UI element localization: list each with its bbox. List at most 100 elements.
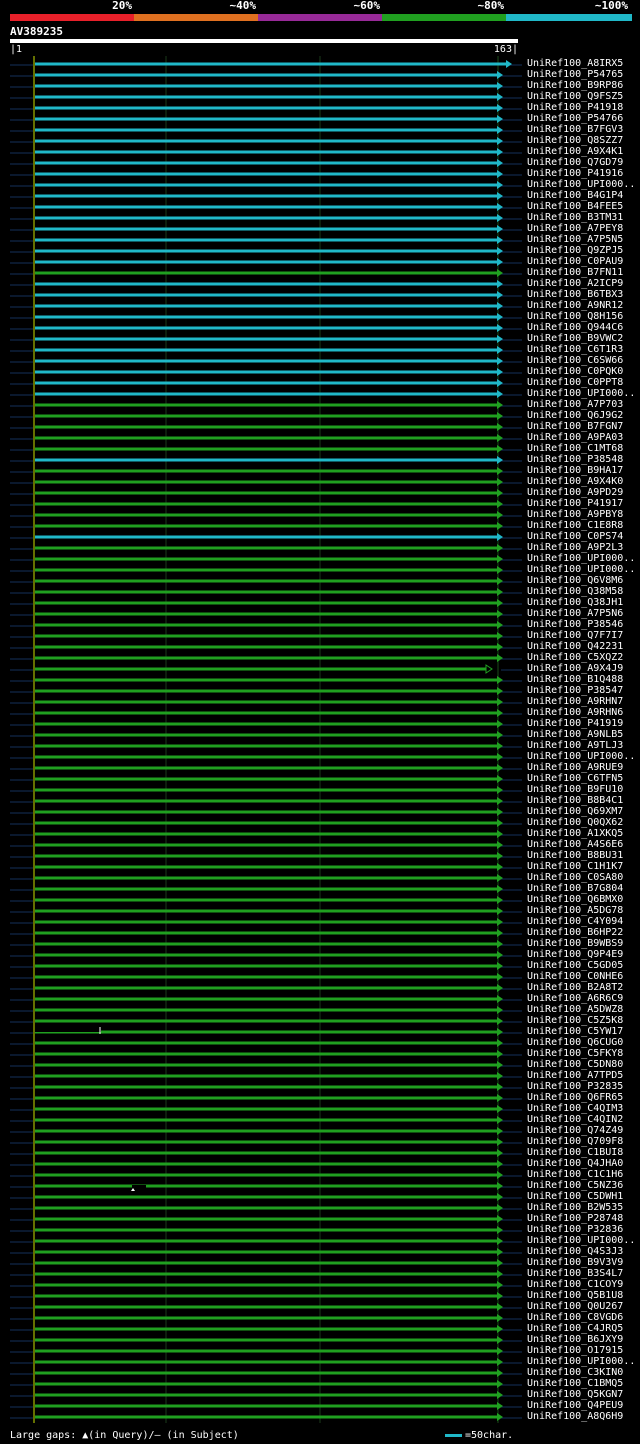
hit-label[interactable]: UniRef100_P41917 [527,498,639,509]
hit-label[interactable]: UniRef100_Q9P4E9 [527,949,639,960]
hit-label[interactable]: UniRef100_C1MT68 [527,443,639,454]
hit-label[interactable]: UniRef100_Q6BMX0 [527,894,639,905]
hit-label[interactable]: UniRef100_B3S4L7 [527,1268,639,1279]
hit-label[interactable]: UniRef100_B2W535 [527,1202,639,1213]
hit-label[interactable]: UniRef100_A7P703 [527,399,639,410]
hit-label[interactable]: UniRef100_A9RUE9 [527,762,639,773]
hit-label[interactable]: UniRef100_Q5KGN7 [527,1389,639,1400]
hit-label[interactable]: UniRef100_C0SA80 [527,872,639,883]
hit-label[interactable]: UniRef100_A4S6E6 [527,839,639,850]
hit-label[interactable]: UniRef100_B4G1P4 [527,190,639,201]
hit-label[interactable]: UniRef100_Q709F8 [527,1136,639,1147]
hit-label[interactable]: UniRef100_C0PAU9 [527,256,639,267]
hit-label[interactable]: UniRef100_B2A8T2 [527,982,639,993]
hit-label[interactable]: UniRef100_A6R6C9 [527,993,639,1004]
hit-label[interactable]: UniRef100_Q0QX62 [527,817,639,828]
hit-label[interactable]: UniRef100_B7FN11 [527,267,639,278]
hit-label[interactable]: UniRef100_A9X4K1 [527,146,639,157]
hit-label[interactable]: UniRef100_Q38M58 [527,586,639,597]
hit-label[interactable]: UniRef100_UPI000.. [527,751,639,762]
hit-label[interactable]: UniRef100_C4JRQ5 [527,1323,639,1334]
hit-label[interactable]: UniRef100_P41918 [527,102,639,113]
hit-label[interactable]: UniRef100_Q6V8M6 [527,575,639,586]
hit-label[interactable]: UniRef100_Q6FR65 [527,1092,639,1103]
hit-label[interactable]: UniRef100_C1BMQ5 [527,1378,639,1389]
hit-label[interactable]: UniRef100_C5YW17 [527,1026,639,1037]
hit-label[interactable]: UniRef100_A9X4K0 [527,476,639,487]
hit-label[interactable]: UniRef100_A9RHN7 [527,696,639,707]
hit-label[interactable]: UniRef100_A5DWZ8 [527,1004,639,1015]
hit-label[interactable]: UniRef100_Q944C6 [527,322,639,333]
hit-label[interactable]: UniRef100_A9X4J9 [527,663,639,674]
hit-label[interactable]: UniRef100_Q5B1U8 [527,1290,639,1301]
hit-label[interactable]: UniRef100_P32835 [527,1081,639,1092]
hit-label[interactable]: UniRef100_C5XQZ2 [527,652,639,663]
hit-label[interactable]: UniRef100_Q4PEU9 [527,1400,639,1411]
hit-label[interactable]: UniRef100_Q4S3J3 [527,1246,639,1257]
hit-label[interactable]: UniRef100_Q7F7I7 [527,630,639,641]
hit-label[interactable]: UniRef100_P38546 [527,619,639,630]
hit-label[interactable]: UniRef100_C1H1K7 [527,861,639,872]
hit-label[interactable]: UniRef100_C6TFN5 [527,773,639,784]
hit-label[interactable]: UniRef100_A8Q6H9 [527,1411,639,1422]
hit-label[interactable]: UniRef100_B9HA17 [527,465,639,476]
hit-label[interactable]: UniRef100_B8B4C1 [527,795,639,806]
hit-label[interactable]: UniRef100_C4QIN2 [527,1114,639,1125]
hit-label[interactable]: UniRef100_UPI000.. [527,564,639,575]
hit-label[interactable]: UniRef100_P38548 [527,454,639,465]
hit-label[interactable]: UniRef100_Q0U267 [527,1301,639,1312]
hit-label[interactable]: UniRef100_Q4JHA0 [527,1158,639,1169]
hit-label[interactable]: UniRef100_C4QIM3 [527,1103,639,1114]
hit-label[interactable]: UniRef100_Q69XM7 [527,806,639,817]
hit-label[interactable]: UniRef100_C0PPT8 [527,377,639,388]
hit-label[interactable]: UniRef100_P54766 [527,113,639,124]
hit-label[interactable]: UniRef100_C0PS74 [527,531,639,542]
hit-label[interactable]: UniRef100_A9PD29 [527,487,639,498]
hit-label[interactable]: UniRef100_C4Y094 [527,916,639,927]
hit-label[interactable]: UniRef100_P54765 [527,69,639,80]
hit-label[interactable]: UniRef100_B7FGV3 [527,124,639,135]
hit-label[interactable]: UniRef100_B9VWC2 [527,333,639,344]
hit-label[interactable]: UniRef100_C5DWH1 [527,1191,639,1202]
hit-label[interactable]: UniRef100_UPI000.. [527,1356,639,1367]
hit-label[interactable]: UniRef100_Q74Z49 [527,1125,639,1136]
hit-label[interactable]: UniRef100_B1Q488 [527,674,639,685]
hit-label[interactable]: UniRef100_B8BU31 [527,850,639,861]
hit-label[interactable]: UniRef100_B9RP86 [527,80,639,91]
hit-label[interactable]: UniRef100_B9WBS9 [527,938,639,949]
hit-label[interactable]: UniRef100_B7FGN7 [527,421,639,432]
hit-label[interactable]: UniRef100_P41916 [527,168,639,179]
hit-label[interactable]: UniRef100_A8IRX5 [527,58,639,69]
hit-label[interactable]: UniRef100_A7P5N6 [527,608,639,619]
hit-label[interactable]: UniRef100_Q7GD79 [527,157,639,168]
hit-label[interactable]: UniRef100_A5DG78 [527,905,639,916]
hit-label[interactable]: UniRef100_A9NLB5 [527,729,639,740]
hit-label[interactable]: UniRef100_P28748 [527,1213,639,1224]
hit-label[interactable]: UniRef100_A9RHN6 [527,707,639,718]
hit-label[interactable]: UniRef100_A9TLJ3 [527,740,639,751]
hit-label[interactable]: UniRef100_Q6J9G2 [527,410,639,421]
hit-label[interactable]: UniRef100_A9PBY8 [527,509,639,520]
hit-label[interactable]: UniRef100_C8VGD6 [527,1312,639,1323]
hit-label[interactable]: UniRef100_B9V3V9 [527,1257,639,1268]
hit-label[interactable]: UniRef100_B7G804 [527,883,639,894]
hit-label[interactable]: UniRef100_C1E8R8 [527,520,639,531]
hit-label[interactable]: UniRef100_B4FEE5 [527,201,639,212]
hit-label[interactable]: UniRef100_C0NHE6 [527,971,639,982]
hit-label[interactable]: UniRef100_A2ICP9 [527,278,639,289]
hit-label[interactable]: UniRef100_UPI000.. [527,179,639,190]
hit-label[interactable]: UniRef100_A9PA03 [527,432,639,443]
hit-label[interactable]: UniRef100_C5Z5K8 [527,1015,639,1026]
hit-label[interactable]: UniRef100_A7PEY8 [527,223,639,234]
hit-label[interactable]: UniRef100_Q6CUG0 [527,1037,639,1048]
hit-label[interactable]: UniRef100_C1COY9 [527,1279,639,1290]
hit-label[interactable]: UniRef100_UPI000.. [527,553,639,564]
hit-label[interactable]: UniRef100_C5FKY8 [527,1048,639,1059]
hit-label[interactable]: UniRef100_A9P2L3 [527,542,639,553]
hit-label[interactable]: UniRef100_Q9ZPJ5 [527,245,639,256]
hit-label[interactable]: UniRef100_A1XKQ5 [527,828,639,839]
hit-label[interactable]: UniRef100_C3KIN0 [527,1367,639,1378]
hit-label[interactable]: UniRef100_A9NR12 [527,300,639,311]
hit-label[interactable]: UniRef100_Q9FSZ5 [527,91,639,102]
hit-label[interactable]: UniRef100_Q8H156 [527,311,639,322]
